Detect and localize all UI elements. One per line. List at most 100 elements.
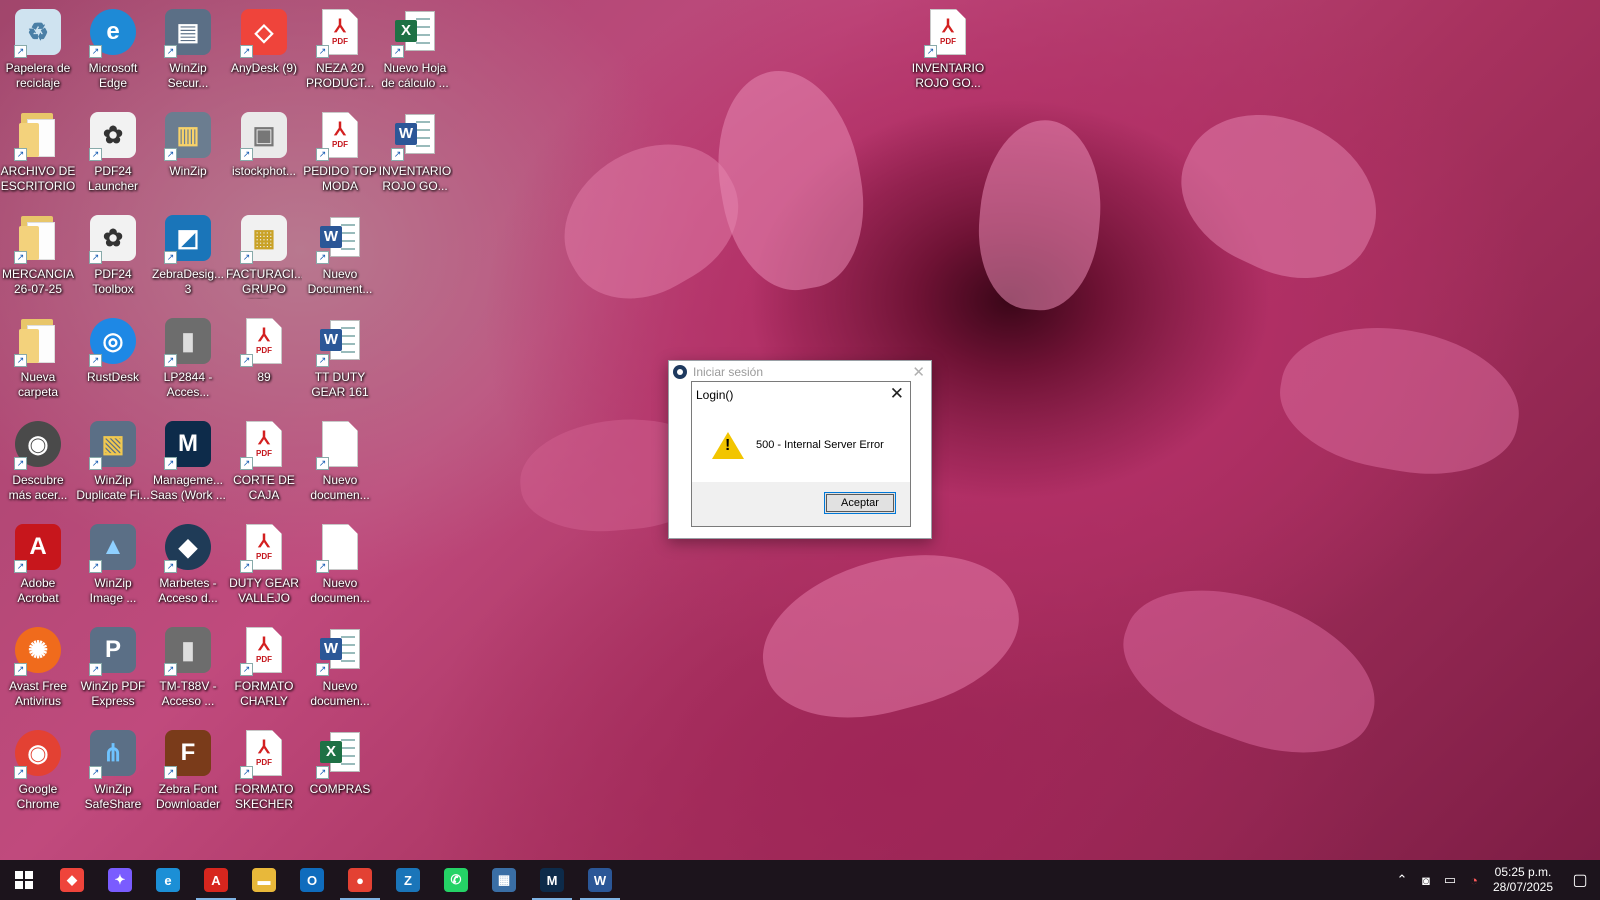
desktop-icon[interactable]: ◩ ↗ ZebraDesig... 3: [150, 206, 226, 302]
desktop-icon[interactable]: ↗ Nuevo documen...: [302, 515, 378, 611]
desktop-icon[interactable]: ⅄ PDF ↗ 89: [226, 309, 302, 405]
message-box-close-icon[interactable]: ✕: [890, 384, 904, 404]
login-window: Iniciar sesión ✕ Login() ✕ ! 500 - Inter…: [668, 360, 932, 539]
desktop-icon[interactable]: W ↗ Nuevo Document...: [302, 206, 378, 302]
shortcut-arrow-icon: ↗: [89, 148, 102, 161]
message-box-titlebar: Login() ✕: [692, 382, 910, 408]
network-icon[interactable]: ▭: [1438, 872, 1462, 888]
shortcut-arrow-icon: ↗: [14, 663, 27, 676]
message-box-title: Login(): [696, 388, 734, 402]
calculator-taskbar-button[interactable]: ▦: [480, 860, 528, 900]
desktop-icon[interactable]: A ↗ Adobe Acrobat: [0, 515, 76, 611]
desktop-icon[interactable]: ↗ ARCHIVO DE ESCRITORIO: [0, 103, 76, 199]
desktop-icon[interactable]: ✿ ↗ PDF24 Toolbox: [75, 206, 151, 302]
desktop-icon-label: TM-T88V - Acceso ...: [159, 679, 217, 708]
desktop-icon[interactable]: ✿ ↗ PDF24 Launcher: [75, 103, 151, 199]
shortcut-arrow-icon: ↗: [89, 766, 102, 779]
clock[interactable]: 05:25 p.m. 28/07/2025: [1486, 865, 1560, 895]
edge-icon: e: [156, 868, 180, 892]
clock-time: 05:25 p.m.: [1494, 865, 1552, 879]
desktop-icon[interactable]: ◉ ↗ Descubre más acer...: [0, 412, 76, 508]
outlook-taskbar-button[interactable]: O: [288, 860, 336, 900]
desktop-icon[interactable]: ↗ Nueva carpeta: [0, 309, 76, 405]
whatsapp-taskbar-button[interactable]: ✆: [432, 860, 480, 900]
shortcut-arrow-icon: ↗: [240, 457, 253, 470]
message-box-footer: Aceptar: [692, 482, 910, 526]
zebra-designer-icon: Z: [396, 868, 420, 892]
shortcut-arrow-icon: ↗: [316, 663, 329, 676]
desktop-icon[interactable]: X ↗ COMPRAS: [302, 721, 378, 817]
desktop-icon[interactable]: ↗ MERCANCIA 26-07-25: [0, 206, 76, 302]
desktop-icon[interactable]: ⋔ ↗ WinZip SafeShare: [75, 721, 151, 817]
desktop-icon-label: Nuevo documen...: [310, 679, 370, 708]
desktop-icon[interactable]: ▦↗FACTURACI... GRUPO ETA...: [226, 206, 302, 302]
blank-document-icon: ↗: [314, 521, 366, 573]
login-window-titlebar: Iniciar sesión: [669, 361, 931, 383]
desktop-icon[interactable]: W ↗ Nuevo documen...: [302, 618, 378, 714]
desktop-icon[interactable]: ▧ ↗ WinZip Duplicate Fi...: [75, 412, 151, 508]
file-explorer-icon: ▬: [252, 868, 276, 892]
desktop-icon[interactable]: ⅄ PDF ↗ NEZA 20 PRODUCT...: [302, 0, 378, 96]
anydesk-taskbar-button[interactable]: ◆: [48, 860, 96, 900]
desktop-icon-label: WinZip PDF Express: [80, 679, 146, 708]
desktop-icon[interactable]: ▮ ↗ TM-T88V - Acceso ...: [150, 618, 226, 714]
notification-app-icon[interactable]: ◔: [1462, 873, 1486, 888]
desktop-icon[interactable]: ✺ ↗ Avast Free Antivirus: [0, 618, 76, 714]
desktop-icon[interactable]: ⅄ PDF ↗ INVENTARIO ROJO GO...: [910, 0, 986, 96]
desktop-icon[interactable]: ▲ ↗ WinZip Image ...: [75, 515, 151, 611]
desktop-icon[interactable]: X ↗ Nuevo Hoja de cálculo ...: [377, 0, 453, 96]
file-explorer-taskbar-button[interactable]: ▬: [240, 860, 288, 900]
acrobat-taskbar-button[interactable]: A: [192, 860, 240, 900]
desktop-icon[interactable]: ▤ ↗ WinZip Secur...: [150, 0, 226, 96]
desktop-icon[interactable]: ⅄ PDF ↗ CORTE DE CAJA: [226, 412, 302, 508]
management-saas-taskbar-button[interactable]: M: [528, 860, 576, 900]
desktop-icon[interactable]: e ↗ Microsoft Edge: [75, 0, 151, 96]
desktop-icon[interactable]: ◇ ↗ AnyDesk (9): [226, 0, 302, 96]
winzip-safeshare-icon: ⋔ ↗: [87, 727, 139, 779]
desktop-icon[interactable]: ▮ ↗ LP2844 - Acces...: [150, 309, 226, 405]
chrome-taskbar-button[interactable]: ●: [336, 860, 384, 900]
desktop-icon-label: WinZip: [169, 164, 207, 178]
desktop-icon[interactable]: ↗ Nuevo documen...: [302, 412, 378, 508]
shortcut-arrow-icon: ↗: [391, 45, 404, 58]
desktop-icon-label: WinZip Duplicate Fi...: [76, 473, 150, 502]
desktop-icon[interactable]: ⅄ PDF ↗ PEDIDO TOP MODA: [302, 103, 378, 199]
edge-taskbar-button[interactable]: e: [144, 860, 192, 900]
folder-icon: ↗: [12, 109, 64, 161]
accept-button[interactable]: Aceptar: [824, 492, 896, 514]
app-icon: [673, 365, 687, 379]
pdf-file-icon: ⅄ PDF ↗: [314, 6, 366, 58]
copilot-taskbar-button[interactable]: ✦: [96, 860, 144, 900]
desktop-icon[interactable]: ▣ ↗ istockphot...: [226, 103, 302, 199]
desktop-icon-label: INVENTARIO ROJO GO...: [378, 164, 452, 193]
meet-now-icon[interactable]: ◙: [1414, 873, 1438, 888]
login-window-close-icon[interactable]: ✕: [912, 363, 925, 381]
show-hidden-icons-icon[interactable]: ⌃: [1390, 872, 1414, 888]
start-button[interactable]: [0, 860, 48, 900]
zebra-designer-taskbar-button[interactable]: Z: [384, 860, 432, 900]
desktop-icon[interactable]: ◎ ↗ RustDesk: [75, 309, 151, 405]
desktop-icon-label: PDF24 Launcher: [87, 164, 139, 193]
desktop-icon[interactable]: ⅄ PDF ↗ FORMATO CHARLY: [226, 618, 302, 714]
excel-file-icon: X ↗: [314, 727, 366, 779]
edge-icon: e ↗: [87, 6, 139, 58]
desktop-icon[interactable]: W ↗ TT DUTY GEAR 161: [302, 309, 378, 405]
word-taskbar-button[interactable]: W: [576, 860, 624, 900]
desktop-icon-label: LP2844 - Acces...: [163, 370, 213, 399]
desktop-icon[interactable]: ▥ ↗ WinZip: [150, 103, 226, 199]
pdf24-toolbox-icon: ✿ ↗: [87, 212, 139, 264]
desktop-icon[interactable]: F ↗ Zebra Font Downloader: [150, 721, 226, 817]
desktop-icon[interactable]: P ↗ WinZip PDF Express: [75, 618, 151, 714]
desktop-icon[interactable]: W ↗ INVENTARIO ROJO GO...: [377, 103, 453, 199]
desktop-icon[interactable]: ⅄ PDF ↗ DUTY GEAR VALLEJO: [226, 515, 302, 611]
folder-icon: ↗: [12, 212, 64, 264]
desktop-icon[interactable]: M ↗ Manageme... Saas (Work ...: [150, 412, 226, 508]
desktop-icon[interactable]: ⅄ PDF ↗ FORMATO SKECHER: [226, 721, 302, 817]
action-center-icon[interactable]: ▢: [1560, 870, 1600, 890]
desktop-icon-label: PDF24 Toolbox: [92, 267, 134, 296]
desktop-icon-label: Avast Free Antivirus: [9, 679, 67, 708]
desktop-icon[interactable]: ♻ ↗ Papelera de reciclaje: [0, 0, 76, 96]
shortcut-arrow-icon: ↗: [164, 251, 177, 264]
desktop-icon[interactable]: ◆ ↗ Marbetes - Acceso d...: [150, 515, 226, 611]
desktop-icon[interactable]: ◉ ↗ Google Chrome: [0, 721, 76, 817]
